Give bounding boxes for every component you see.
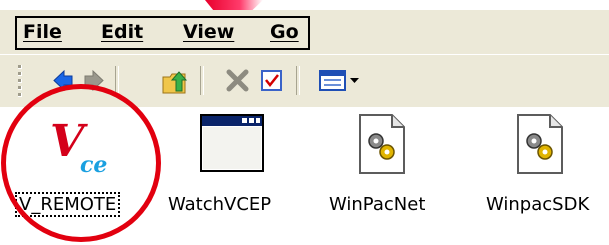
menu-edit[interactable]: Edit (101, 21, 143, 43)
toolbar-separator (115, 66, 119, 95)
vce-icon: V ce (48, 112, 114, 182)
menu-view[interactable]: View (183, 21, 234, 43)
banner-red-accent (205, 0, 263, 10)
up-folder-icon (162, 71, 188, 94)
toolbar (0, 55, 609, 107)
back-arrow-icon (53, 69, 73, 92)
vce-icon-text: ce (80, 152, 107, 178)
menu-bar: File Edit View Go (0, 10, 609, 54)
menu-file[interactable]: File (23, 21, 62, 43)
application-window-icon (200, 114, 264, 176)
system-file-gears-icon (516, 113, 564, 179)
file-label-winpacnet[interactable]: WinPacNet (329, 194, 425, 215)
file-list-view: V ce V_REMOTE WatchVCEP WinPacNet Winpac… (0, 108, 609, 245)
toolbar-separator (200, 66, 204, 95)
properties-icon (261, 70, 282, 91)
toolbar-separator (296, 66, 300, 95)
back-button[interactable] (50, 67, 77, 94)
file-label-watchvcep[interactable]: WatchVCEP (168, 194, 271, 215)
system-file-gears-icon (358, 113, 406, 179)
forward-button[interactable] (80, 67, 107, 94)
file-label-winpacsdk[interactable]: WinpacSDK (486, 194, 589, 215)
up-folder-button[interactable] (160, 67, 188, 94)
delete-button[interactable] (224, 67, 251, 94)
menu-go[interactable]: Go (270, 21, 299, 43)
top-banner-remnant (0, 0, 609, 10)
views-button[interactable] (318, 67, 362, 94)
delete-x-icon (226, 69, 249, 92)
toolbar-grip[interactable] (17, 65, 23, 97)
file-label-v-remote[interactable]: V_REMOTE (14, 192, 121, 217)
forward-arrow-icon (84, 69, 104, 92)
properties-button[interactable] (258, 67, 285, 94)
views-icon (319, 70, 359, 91)
